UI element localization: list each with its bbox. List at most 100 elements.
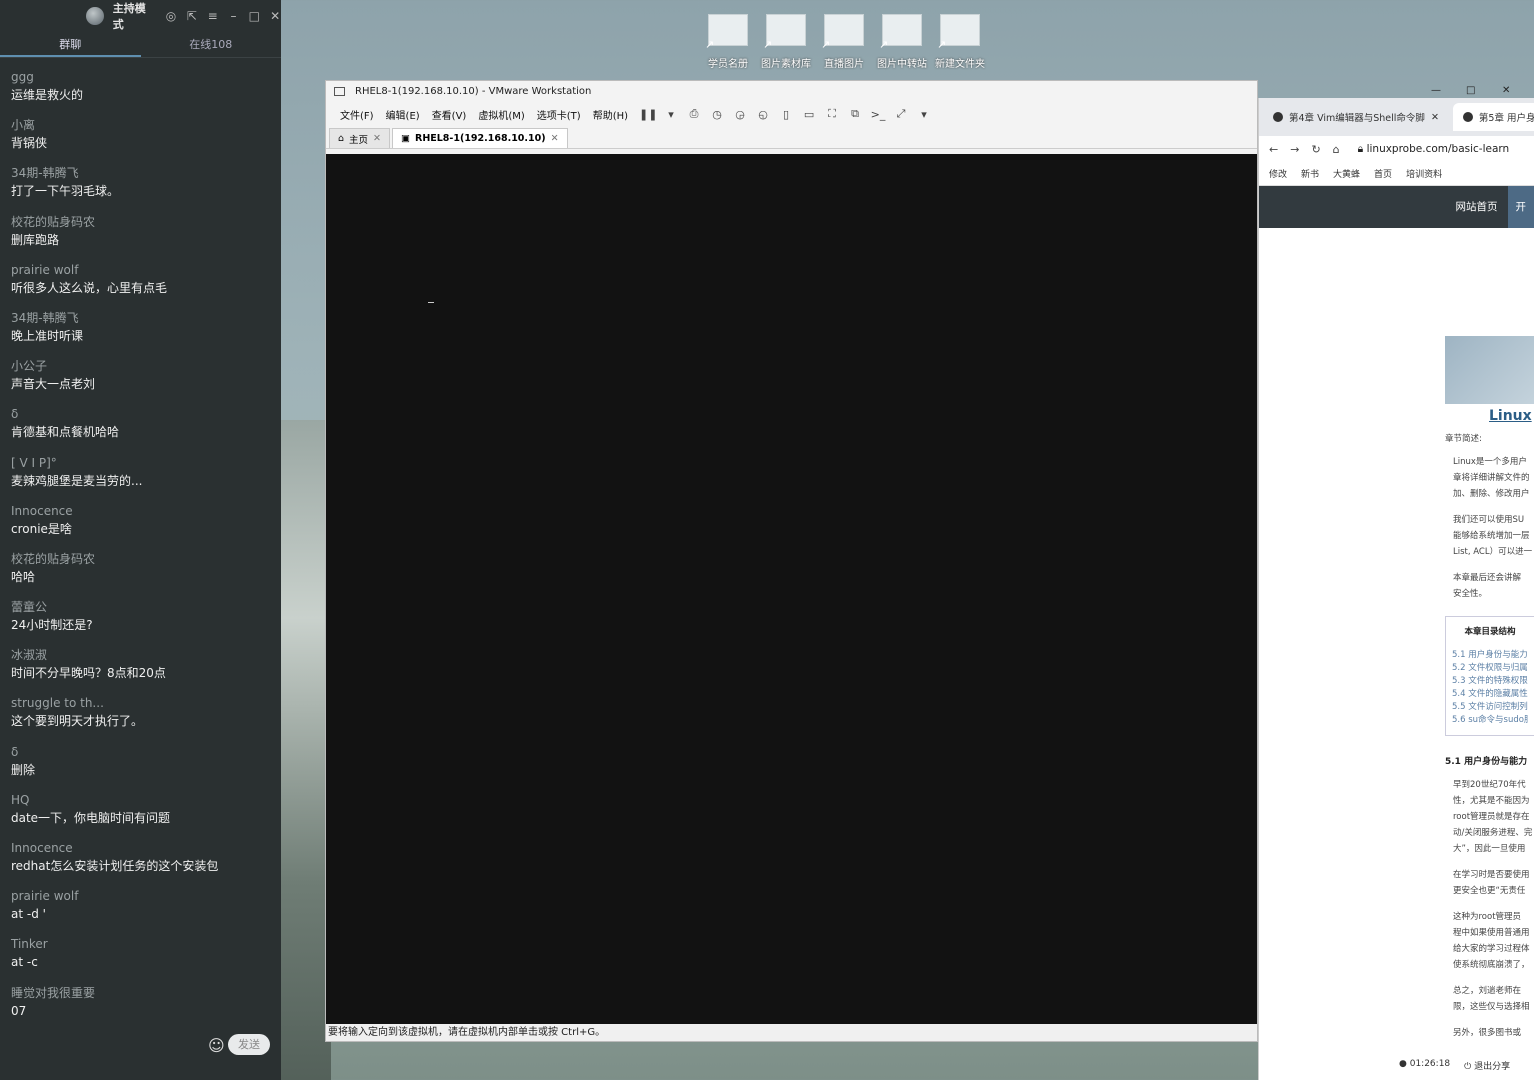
- browser-tab[interactable]: 第4章 Vim编辑器与Shell命令脚 ✕: [1263, 103, 1449, 131]
- tab-group-chat[interactable]: 群聊: [0, 32, 141, 57]
- bookmark-newbook[interactable]: 新书: [1301, 167, 1319, 180]
- browser-navbar: ← → ↻ ⌂ 🔒︎ linuxprobe.com/basic-learn: [1259, 136, 1534, 162]
- folder-icon: ↗: [763, 14, 806, 51]
- list-item: 蕾童公 24小时制还是?: [11, 598, 281, 646]
- settings-icon[interactable]: ◎: [165, 9, 177, 23]
- list-item: HQ date一下，你电脑时间有问题: [11, 791, 281, 839]
- stretch-icon[interactable]: ⤢: [892, 107, 910, 121]
- nav-home-link[interactable]: 网站首页: [1446, 186, 1508, 228]
- desktop-icon-label: 新建文件夹: [935, 59, 985, 70]
- message-sender: ggg: [11, 70, 34, 84]
- toc-item[interactable]: 5.6 su命令与sudo服: [1452, 714, 1528, 727]
- toc-item[interactable]: 5.5 文件访问控制列: [1452, 701, 1528, 714]
- minimize-icon[interactable]: –: [228, 9, 240, 23]
- snapshot-icon[interactable]: ◷: [708, 108, 726, 121]
- forward-icon[interactable]: →: [1290, 143, 1299, 156]
- vm-console-screen[interactable]: [326, 154, 1257, 1025]
- thumbnail-icon[interactable]: ▭: [800, 108, 818, 121]
- dropdown-icon[interactable]: ▾: [915, 108, 933, 121]
- message-sender: struggle to th...: [11, 696, 104, 711]
- tab-online[interactable]: 在线108: [141, 32, 282, 57]
- paragraph: 这种为root管理员: [1453, 912, 1522, 922]
- dropdown-icon[interactable]: ▾: [662, 108, 680, 121]
- message-text: 这个要到明天才执行了。: [11, 714, 144, 729]
- menu-file[interactable]: 文件(F): [334, 107, 380, 122]
- home-icon[interactable]: ⌂: [1333, 143, 1340, 156]
- tab-title: 第5章 用户身: [1478, 113, 1534, 124]
- window-title: RHEL8-1(192.168.10.10) - VMware Workstat…: [355, 85, 592, 97]
- menu-help[interactable]: 帮助(H): [587, 107, 634, 122]
- menu-vm[interactable]: 虚拟机(M): [472, 107, 530, 122]
- bookmark-training[interactable]: 培训资料: [1406, 167, 1442, 180]
- nav-next-link[interactable]: 开: [1507, 186, 1534, 228]
- send-keys-icon[interactable]: ⎙: [685, 107, 703, 121]
- reload-icon[interactable]: ↻: [1311, 143, 1320, 156]
- browser-tab-active[interactable]: 第5章 用户身: [1452, 103, 1534, 131]
- address-bar[interactable]: 🔒︎ linuxprobe.com/basic-learn: [1358, 143, 1510, 156]
- message-text: 听很多人这么说，心里有点毛: [11, 280, 168, 295]
- list-item: δ 删除: [11, 743, 281, 791]
- paragraph: 章将详细讲解文件的: [1453, 473, 1530, 483]
- avatar[interactable]: [86, 7, 104, 25]
- list-item: 校花的贴身码农 删库跑路: [11, 213, 281, 261]
- minimize-icon[interactable]: —: [1431, 85, 1441, 96]
- close-icon[interactable]: ✕: [1431, 112, 1439, 123]
- message-text: 声音大一点老刘: [11, 377, 96, 392]
- list-item: Innocence redhat怎么安装计划任务的这个安装包: [11, 839, 281, 887]
- folder-icon: ↗: [937, 14, 980, 51]
- desktop-icon[interactable]: ↗ 图片中转站: [876, 14, 928, 70]
- snapshot-manager-icon[interactable]: ◵: [754, 108, 772, 121]
- menu-edit[interactable]: 编辑(E): [380, 107, 426, 122]
- close-icon[interactable]: ✕: [1502, 85, 1510, 96]
- shortcut-arrow-icon: ↗: [763, 38, 773, 51]
- bookmark-edit[interactable]: 修改: [1269, 167, 1287, 180]
- toc-item[interactable]: 5.2 文件权限与归属: [1452, 662, 1528, 675]
- tab-vm[interactable]: ▣ RHEL8-1(192.168.10.10) ✕: [392, 128, 568, 148]
- desktop-icon[interactable]: ↗ 学员名册: [702, 14, 754, 70]
- message-text: 07: [11, 1003, 27, 1018]
- emoji-icon[interactable]: ☺: [208, 1036, 225, 1055]
- site-favicon-icon: [1273, 112, 1283, 122]
- paragraph: 更安全也更“无责任: [1453, 886, 1526, 896]
- revert-snapshot-icon[interactable]: ◶: [731, 108, 749, 121]
- close-icon[interactable]: ✕: [269, 9, 281, 23]
- message-sender: 小离: [11, 118, 36, 133]
- console-icon[interactable]: >_: [869, 108, 887, 121]
- pause-icon[interactable]: ❚❚: [639, 108, 657, 121]
- popout-icon[interactable]: ⇱: [186, 9, 198, 23]
- desktop-icon[interactable]: ↗ 图片素材库: [760, 14, 812, 70]
- message-text: at -c: [11, 955, 38, 970]
- list-item: 睡觉对我很重要 07: [11, 984, 281, 1032]
- toc-item[interactable]: 5.4 文件的隐藏属性: [1452, 688, 1528, 701]
- maximize-icon[interactable]: □: [1466, 85, 1475, 96]
- back-icon[interactable]: ←: [1269, 143, 1278, 156]
- paragraph: root管理员就是存在: [1453, 812, 1530, 822]
- home-icon: ⌂: [338, 133, 345, 144]
- message-text: redhat怎么安装计划任务的这个安装包: [11, 859, 219, 873]
- bookmark-bumblebee[interactable]: 大黄蜂: [1333, 167, 1360, 180]
- menu-icon[interactable]: ≡: [207, 9, 219, 23]
- toc-item[interactable]: 5.1 用户身份与能力: [1452, 649, 1528, 662]
- message-text: 删除: [11, 762, 36, 777]
- chat-panel: 主持模式 ◎ ⇱ ≡ – □ ✕ 群聊 在线108 ggg 运维是救火的 小离 背锅…: [0, 0, 281, 1080]
- menu-view[interactable]: 查看(V): [426, 107, 473, 122]
- toc-item[interactable]: 5.3 文件的特殊权限: [1452, 675, 1528, 688]
- list-item: [ V I P]° 麦辣鸡腿堡是麦当劳的...: [11, 454, 281, 502]
- paragraph: 性，尤其是不能因为: [1453, 796, 1530, 806]
- list-item: ggg 运维是救火的: [11, 68, 281, 116]
- exit-share-button[interactable]: ⏻ 退出分享: [1464, 1059, 1510, 1072]
- fullscreen-icon[interactable]: ⛶: [823, 107, 841, 121]
- library-icon[interactable]: ▯: [777, 108, 795, 121]
- close-icon[interactable]: ✕: [551, 133, 559, 144]
- close-icon[interactable]: ✕: [373, 133, 381, 144]
- maximize-icon[interactable]: □: [248, 9, 260, 23]
- tab-home[interactable]: ⌂ 主页 ✕: [329, 128, 391, 148]
- desktop-icon[interactable]: ↗ 新建文件夹: [934, 14, 986, 70]
- menu-tabs[interactable]: 选项卡(T): [531, 107, 587, 122]
- bookmark-home[interactable]: 首页: [1374, 167, 1392, 180]
- desktop-icon[interactable]: ↗ 直播图片: [818, 14, 870, 70]
- unity-icon[interactable]: ⧉: [846, 107, 864, 121]
- browser-window: 第4章 Vim编辑器与Shell命令脚 ✕ 第5章 用户身 ← → ↻ ⌂ 🔒︎…: [1258, 98, 1534, 1080]
- host-mode-label[interactable]: 主持模式: [113, 0, 156, 32]
- send-button[interactable]: 发送: [228, 1034, 270, 1055]
